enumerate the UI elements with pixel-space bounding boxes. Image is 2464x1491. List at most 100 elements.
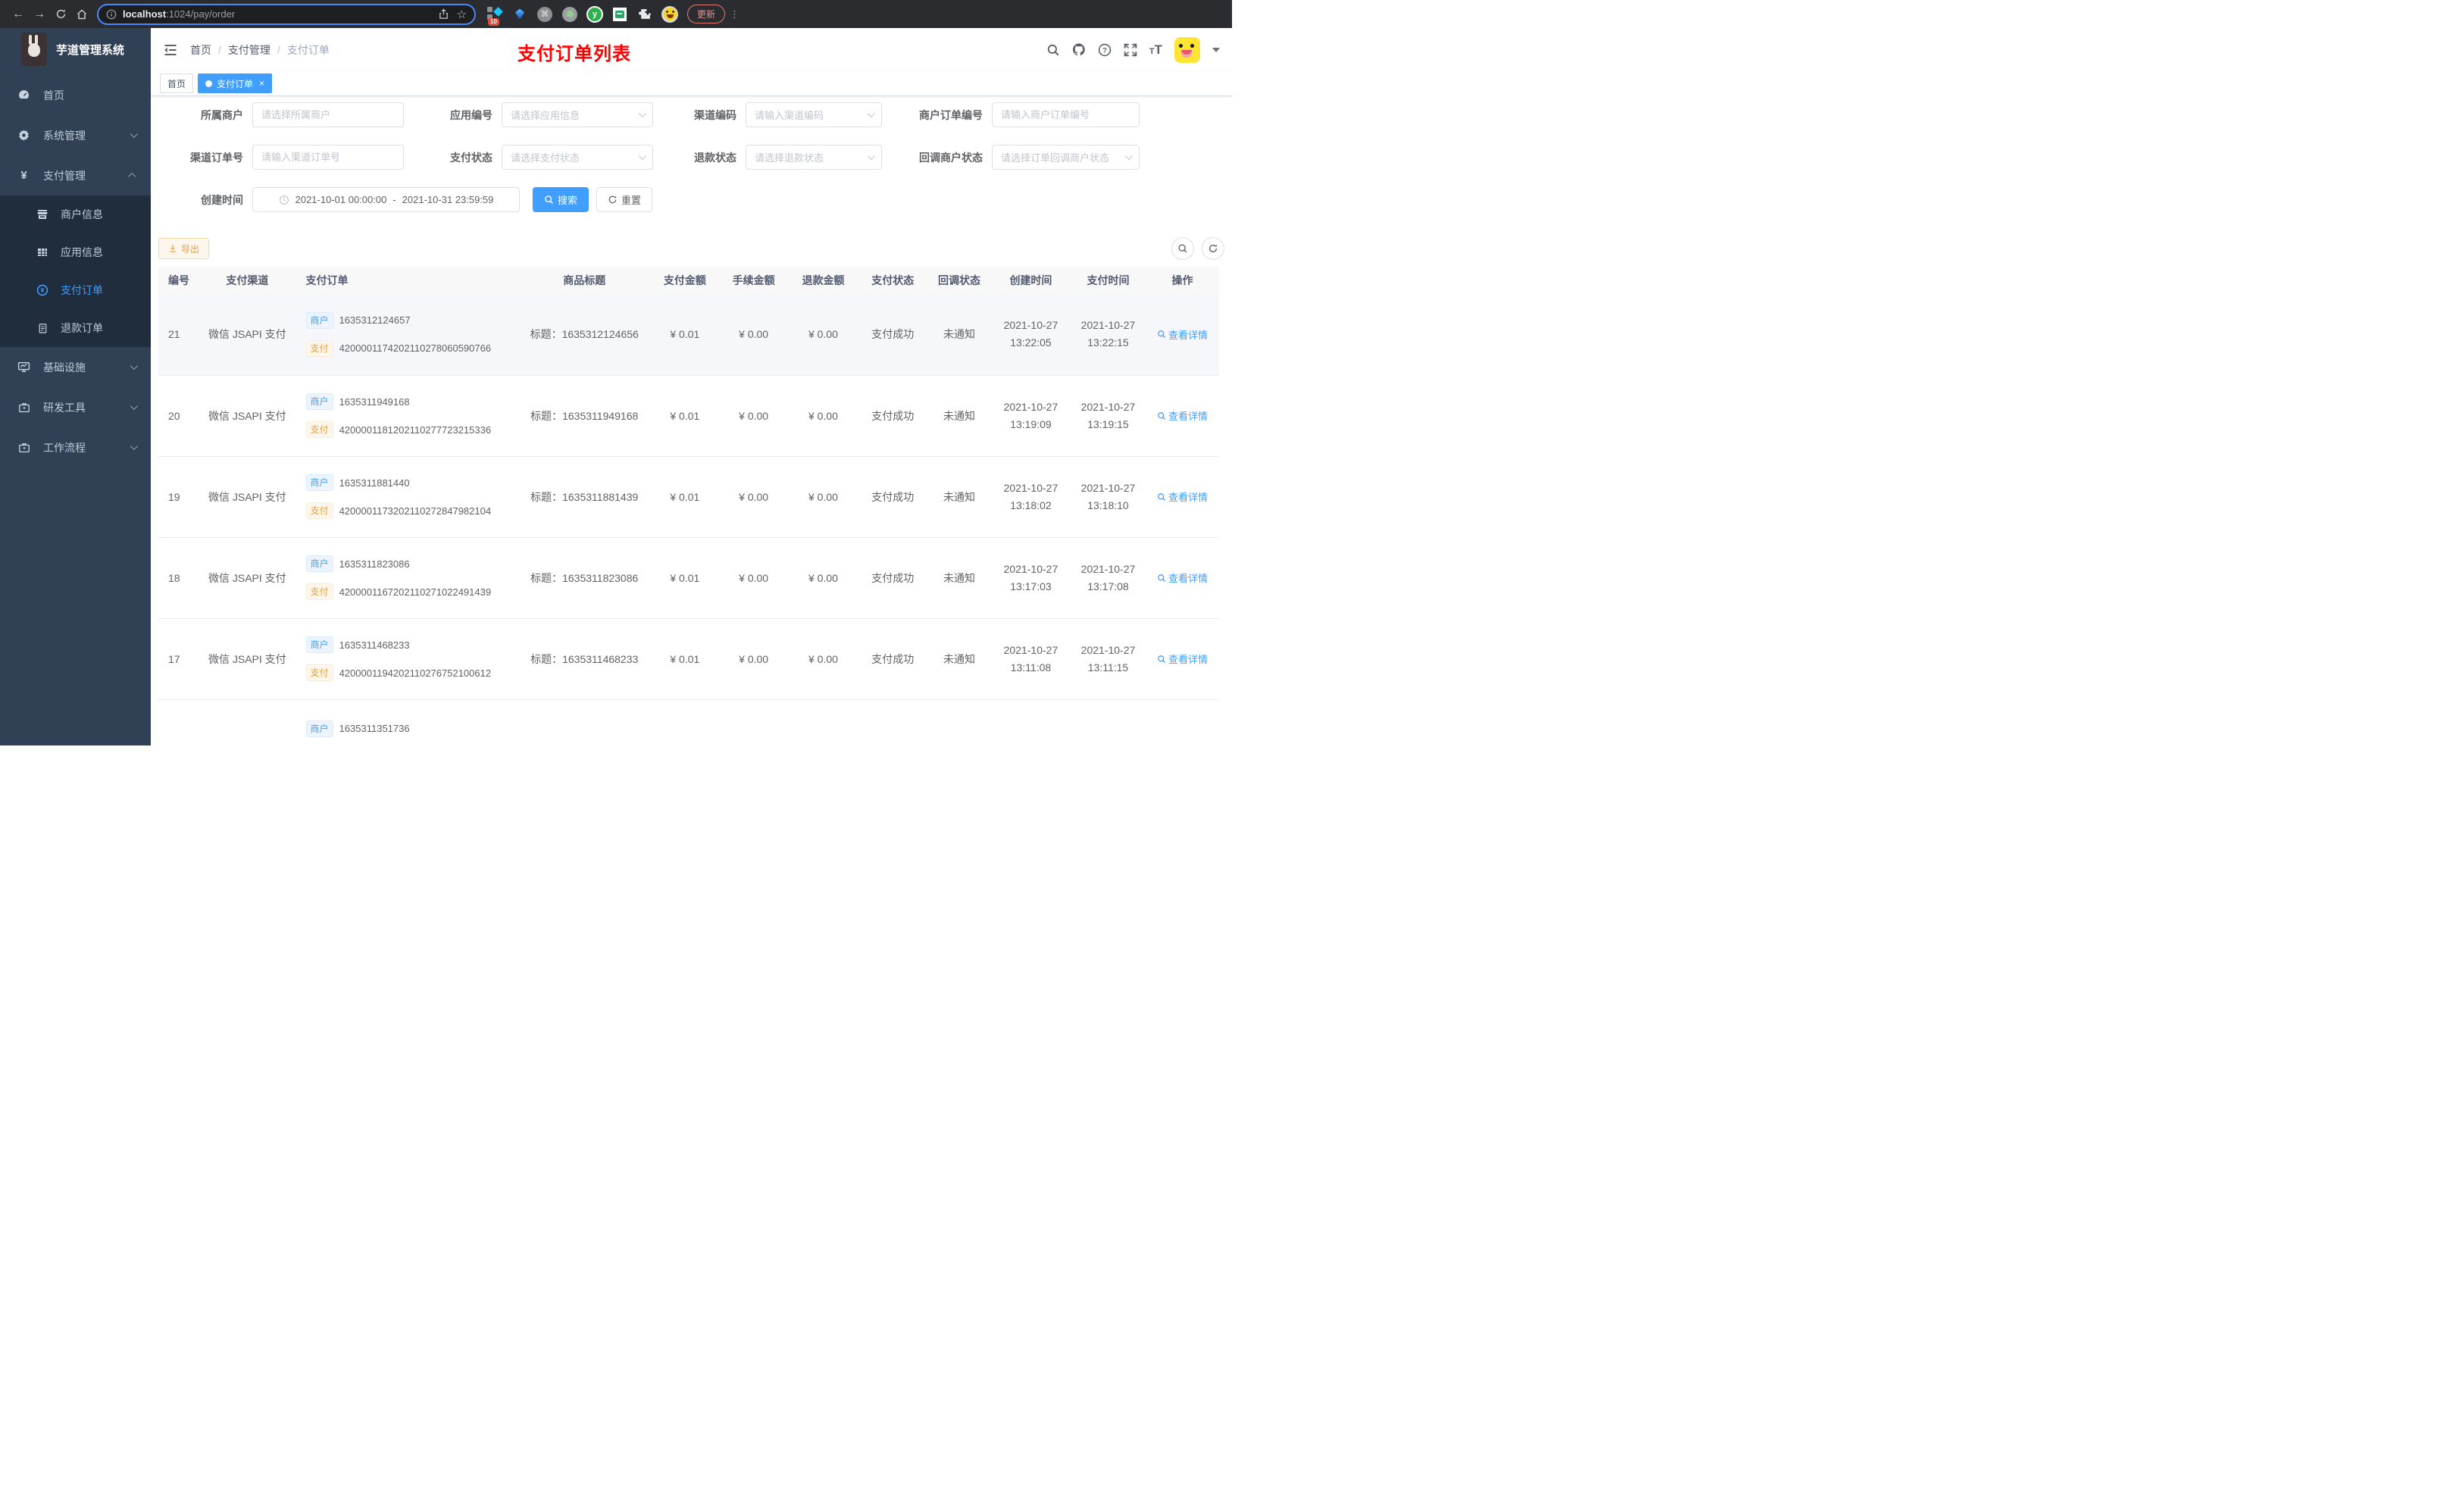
- breadcrumb-current: 支付订单: [286, 43, 330, 56]
- sidebar-logo[interactable]: 芋道管理系统: [0, 28, 151, 70]
- extension-command-icon[interactable]: ⌘: [536, 6, 553, 23]
- collapse-sidebar-icon[interactable]: [163, 42, 178, 58]
- merchant-tag: 商户: [305, 311, 333, 329]
- reset-button[interactable]: 重置: [596, 187, 653, 212]
- gear-icon: [17, 129, 30, 142]
- channel-tag: 支付: [305, 583, 333, 600]
- sidebar-item-workflow[interactable]: 工作流程: [0, 427, 151, 467]
- profile-avatar-icon[interactable]: [661, 5, 678, 23]
- sidebar-item-system[interactable]: 系统管理: [0, 115, 151, 155]
- header-search-icon[interactable]: [1046, 43, 1060, 57]
- channel-order-no-field[interactable]: [261, 152, 395, 163]
- shop-icon: [36, 208, 48, 220]
- browser-update-button[interactable]: 更新: [687, 5, 726, 23]
- merchant-input[interactable]: [252, 102, 404, 127]
- browser-back-button[interactable]: ←: [8, 4, 29, 25]
- list-toolbar: 导出: [151, 230, 1232, 260]
- breadcrumb-home[interactable]: 首页: [190, 42, 211, 58]
- help-icon[interactable]: ?: [1098, 43, 1112, 57]
- github-icon[interactable]: [1072, 43, 1086, 57]
- toggle-search-button[interactable]: [1171, 237, 1194, 260]
- search-icon: [1158, 574, 1165, 582]
- sidebar-item-infra[interactable]: 基础设施: [0, 347, 151, 387]
- table-row: 18 微信 JSAPI 支付 商户 1635311823086 支付 4200001…: [158, 537, 1219, 619]
- view-detail-link[interactable]: 查看详情: [1157, 570, 1208, 585]
- sidebar-item-refund-order[interactable]: 退款订单: [0, 309, 151, 347]
- notify-status-select[interactable]: 请选择订单回调商户状态: [992, 145, 1140, 170]
- active-dot-icon: [205, 80, 213, 87]
- sidebar-item-devtools[interactable]: 研发工具: [0, 387, 151, 427]
- avatar-dropdown-caret-icon[interactable]: [1212, 47, 1220, 52]
- browser-home-button[interactable]: [71, 4, 92, 25]
- extensions-puzzle-icon[interactable]: [636, 6, 653, 23]
- filter-form: 所属商户 应用编号 请选择应用信息 渠道编码 请输入渠道编码 商户订单编号 渠道…: [151, 96, 1232, 212]
- document-icon: [36, 322, 48, 334]
- reload-icon: [56, 9, 65, 19]
- user-avatar[interactable]: [1174, 36, 1200, 63]
- browser-forward-button[interactable]: →: [29, 4, 50, 25]
- extensions-row: 10 ⌘ y: [486, 5, 678, 26]
- merchant-tag: 商户: [305, 474, 333, 491]
- dashboard-icon: [17, 89, 30, 102]
- pay-status-select[interactable]: 请选择支付状态: [502, 145, 653, 170]
- channel-tag: 支付: [305, 502, 333, 519]
- browser-menu-icon[interactable]: ⋮: [730, 8, 740, 20]
- tab-pay-order[interactable]: 支付订单 ×: [198, 73, 273, 93]
- merchant-tag: 商户: [305, 636, 333, 653]
- export-button[interactable]: 导出: [158, 238, 210, 259]
- table-row: 21 微信 JSAPI 支付 商户 1635312124657 支付 4200001…: [158, 294, 1219, 376]
- chevron-down-icon: [130, 130, 138, 139]
- channel-tag: 支付: [305, 339, 333, 357]
- fullscreen-icon[interactable]: [1124, 43, 1137, 57]
- share-icon[interactable]: [438, 8, 449, 20]
- field-label: 应用编号: [450, 108, 492, 121]
- extension-y-icon[interactable]: y: [586, 5, 603, 23]
- view-detail-link[interactable]: 查看详情: [1157, 408, 1208, 423]
- field-label: 渠道订单号: [190, 151, 243, 164]
- refresh-icon: [608, 195, 617, 204]
- sidebar-item-home[interactable]: 首页: [0, 75, 151, 115]
- tab-home[interactable]: 首页: [160, 73, 194, 93]
- extension-chat-icon[interactable]: [611, 6, 628, 23]
- table-row: 20 微信 JSAPI 支付 商户 1635311949168 支付 4200001…: [158, 375, 1219, 457]
- channel-order-no-input[interactable]: [252, 145, 404, 170]
- address-bar[interactable]: localhost:1024/pay/order ☆: [97, 3, 476, 25]
- view-detail-link[interactable]: 查看详情: [1157, 327, 1208, 342]
- field-label: 商户订单编号: [919, 108, 983, 121]
- refund-status-select[interactable]: 请选择退款状态: [746, 145, 882, 170]
- chevron-down-icon: [867, 152, 875, 161]
- merchant-order-no-field[interactable]: [1001, 109, 1130, 120]
- sidebar-item-pay[interactable]: ¥ 支付管理: [0, 155, 151, 195]
- svg-text:?: ?: [1102, 46, 1107, 55]
- sidebar-item-pay-order[interactable]: ¥ 支付订单: [0, 271, 151, 309]
- browser-reload-button[interactable]: [50, 4, 71, 25]
- url-text: localhost:1024/pay/order: [123, 8, 236, 20]
- font-size-icon[interactable]: TT: [1149, 42, 1162, 58]
- page-title: 支付订单列表: [518, 44, 631, 64]
- yen-circle-icon: ¥: [36, 284, 48, 296]
- clock-icon: [279, 195, 289, 205]
- breadcrumb-pay[interactable]: 支付管理: [228, 42, 270, 58]
- sidebar-item-merchant-info[interactable]: 商户信息: [0, 195, 151, 233]
- merchant-input-field[interactable]: [261, 109, 395, 120]
- bookmark-star-icon[interactable]: ☆: [457, 8, 467, 21]
- site-info-icon[interactable]: [106, 9, 117, 20]
- extension-tiles-icon[interactable]: 10: [486, 6, 503, 26]
- view-detail-link[interactable]: 查看详情: [1157, 489, 1208, 504]
- merchant-tag: 商户: [305, 393, 333, 410]
- extension-kite-icon[interactable]: [511, 6, 528, 23]
- sidebar-item-app-info[interactable]: 应用信息: [0, 233, 151, 271]
- briefcase-icon: [17, 401, 30, 414]
- channel-code-select[interactable]: 请输入渠道编码: [746, 102, 882, 127]
- extension-record-icon[interactable]: [561, 6, 578, 23]
- create-time-range-picker[interactable]: 2021-10-01 00:00:00 - 2021-10-31 23:59:5…: [252, 187, 520, 212]
- search-icon: [1178, 244, 1187, 253]
- close-tab-icon[interactable]: ×: [259, 78, 264, 89]
- table-header-row: 编号 支付渠道 支付订单 商品标题 支付金额 手续金额 退款金额 支付状态 回调…: [158, 267, 1219, 294]
- search-button[interactable]: 搜索: [533, 187, 589, 212]
- sidebar: 芋道管理系统 首页 系统管理 ¥ 支付管理 商户信息 应用信息 ¥ 支付订单 退…: [0, 28, 151, 746]
- merchant-order-no-input[interactable]: [992, 102, 1140, 127]
- app-select[interactable]: 请选择应用信息: [502, 102, 653, 127]
- view-detail-link[interactable]: 查看详情: [1157, 652, 1208, 666]
- refresh-list-button[interactable]: [1202, 237, 1224, 260]
